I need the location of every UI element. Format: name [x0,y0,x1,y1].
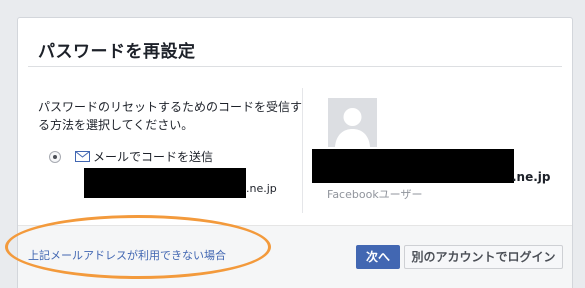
email-option-label[interactable]: メールでコードを送信 [93,148,213,165]
dialog-title: パスワードを再設定 [38,42,196,62]
redacted-email-left [84,168,246,198]
radio-selected-icon[interactable] [49,151,61,163]
email-right-suffix: .ne.jp [512,170,551,184]
login-other-account-button[interactable]: 別のアカウントでログイン [404,245,563,269]
title-divider [28,66,562,67]
redacted-email-right [312,149,514,183]
column-divider [302,88,303,213]
default-avatar-icon [328,98,377,147]
instructions-text: パスワードのリセットするためのコードを受信する方法を選択してください。 [38,100,303,132]
mail-icon [75,151,90,162]
next-button[interactable]: 次へ [356,245,400,269]
highlight-ring-annotation [5,215,271,279]
email-left-suffix: .ne.jp [246,182,277,195]
account-type-label: Facebookユーザー [327,188,423,201]
